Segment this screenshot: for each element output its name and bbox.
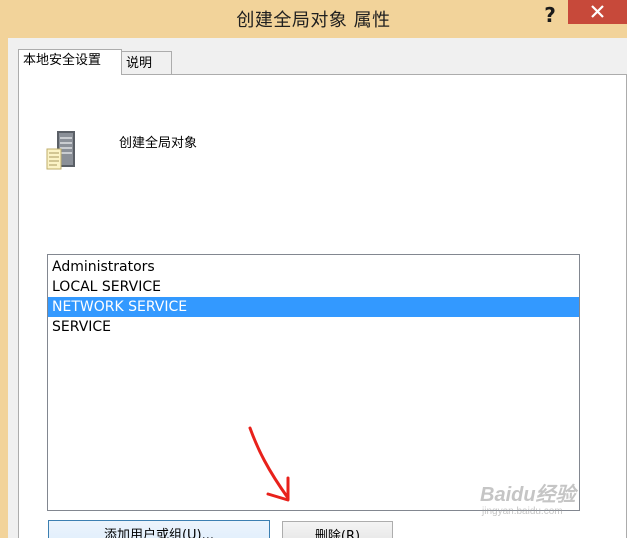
list-item-service[interactable]: SERVICE <box>48 317 579 337</box>
tab-local-security-setting[interactable]: 本地安全设置 <box>18 49 122 75</box>
title-bar[interactable]: 创建全局对象 属性 ? <box>0 0 627 38</box>
help-button[interactable]: ? <box>536 2 564 28</box>
properties-window: 创建全局对象 属性 ? 本地安全设置 说明 创建全局对象 Administrat… <box>0 0 627 538</box>
policy-name: 创建全局对象 <box>119 136 198 151</box>
tab-explain[interactable]: 说明 <box>121 51 172 75</box>
window-title: 创建全局对象 属性 <box>236 10 391 31</box>
list-item-local-service[interactable]: LOCAL SERVICE <box>48 277 579 297</box>
close-icon <box>591 5 604 18</box>
tab-panel: 创建全局对象 Administrators LOCAL SERVICE NETW… <box>18 74 627 538</box>
remove-button[interactable]: 删除(R) <box>282 521 393 538</box>
list-item-administrators[interactable]: Administrators <box>48 257 579 277</box>
accounts-listbox[interactable]: Administrators LOCAL SERVICE NETWORK SER… <box>47 254 580 511</box>
server-icon <box>46 131 75 170</box>
dialog-client-area: 本地安全设置 说明 创建全局对象 Administrators LOCAL SE… <box>8 38 627 538</box>
list-item-network-service[interactable]: NETWORK SERVICE <box>48 297 579 317</box>
add-user-or-group-button[interactable]: 添加用户或组(U)... <box>48 520 270 538</box>
close-button[interactable] <box>568 0 627 24</box>
